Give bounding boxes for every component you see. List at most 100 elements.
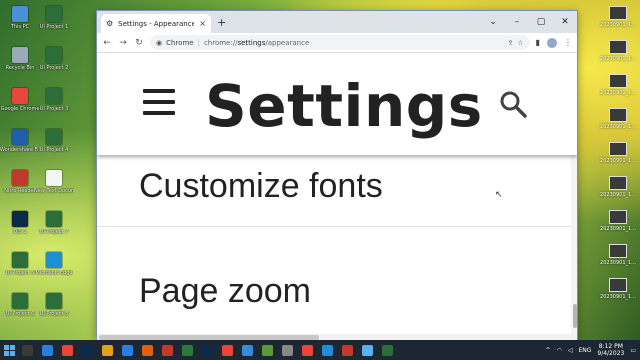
title-bar: ⚙ Settings - Appearance × + ⌄ – ▢ ✕: [97, 11, 577, 33]
desktop-file-label: 20230901_1...: [600, 22, 636, 28]
back-button[interactable]: ←: [102, 38, 112, 48]
file-thumbnail: [609, 210, 627, 224]
desktop-file-icon[interactable]: 20230901_1...: [600, 276, 636, 307]
search-icon[interactable]: [499, 90, 527, 118]
browser-window: ⚙ Settings - Appearance × + ⌄ – ▢ ✕ ← → …: [96, 10, 578, 341]
taskbar-app-icon[interactable]: [282, 344, 293, 356]
taskbar-app-icon[interactable]: [362, 344, 373, 356]
desktop-file-icon[interactable]: 20230901_1...: [600, 72, 636, 103]
desktop-icon[interactable]: UI Project 8: [34, 291, 74, 330]
forward-button[interactable]: →: [118, 38, 128, 48]
window-controls: ⌄ – ▢ ✕: [481, 11, 577, 33]
taskbar-app-icon[interactable]: [342, 344, 353, 356]
language-indicator[interactable]: ENG: [578, 347, 591, 354]
desktop-icon-image: [12, 252, 28, 268]
desktop-file-icon[interactable]: 20230901_1...: [600, 242, 636, 273]
omnibox-label: Chrome: [166, 38, 194, 47]
desktop-icon-image: [46, 252, 62, 268]
taskbar-app-icon[interactable]: [62, 344, 73, 356]
notification-icon[interactable]: ▭: [630, 347, 636, 354]
address-bar[interactable]: ◉ Chrome | chrome://settings/appearance …: [150, 35, 530, 50]
taskbar-app-icon[interactable]: [42, 344, 53, 356]
file-thumbnail: [609, 278, 627, 292]
bookmark-star-icon[interactable]: ☆: [517, 39, 523, 47]
desktop-icon[interactable]: UI Project 1: [34, 4, 74, 43]
vertical-scroll-thumb[interactable]: [573, 304, 577, 328]
tab-close-icon[interactable]: ×: [199, 19, 206, 28]
browser-toolbar: ← → ↻ ◉ Chrome | chrome://settings/appea…: [97, 33, 577, 53]
desktop-icon-image: [12, 88, 28, 104]
taskbar-app-icon[interactable]: [262, 344, 273, 356]
desktop-icons-left-2: UI Project 1 UI Project 2 UI Project 3 UI P…: [34, 4, 74, 330]
taskbar-app-icon[interactable]: [302, 344, 313, 356]
close-window-button[interactable]: ✕: [553, 11, 577, 33]
desktop-icon[interactable]: UI Project 7: [34, 209, 74, 248]
tray-chevron-icon[interactable]: ^: [546, 347, 551, 354]
desktop-icon-image: [46, 293, 62, 309]
desktop-icon-label: UI Project 1: [39, 24, 69, 30]
desktop-icon[interactable]: New Text Document: [34, 168, 74, 207]
appearance-panel: Customize fonts Page zoom: [97, 155, 573, 335]
desktop-icon-label: UI Project 7: [39, 229, 69, 235]
windows-start-icon[interactable]: [4, 344, 15, 356]
side-panel-icon[interactable]: ▮: [536, 38, 540, 47]
taskbar-app-icon[interactable]: [222, 344, 233, 356]
tab-search-icon[interactable]: ⌄: [481, 11, 505, 33]
taskbar-app-icon[interactable]: [322, 344, 333, 356]
taskbar-app-icon[interactable]: [102, 344, 113, 356]
file-thumbnail: [609, 244, 627, 258]
hamburger-menu-icon[interactable]: [143, 89, 175, 115]
share-icon[interactable]: ⇪: [507, 39, 513, 47]
taskbar-app-icon[interactable]: [22, 344, 33, 356]
tab-settings[interactable]: ⚙ Settings - Appearance ×: [101, 14, 211, 33]
taskbar-app-icon[interactable]: [182, 344, 193, 356]
new-tab-button[interactable]: +: [217, 16, 226, 29]
desktop-icon[interactable]: UI Project 4: [34, 127, 74, 166]
desktop-file-label: 20230901_1...: [600, 158, 636, 164]
desktop-icon-image: [12, 170, 28, 186]
taskbar-apps: [22, 344, 393, 356]
desktop-icon-image: [12, 47, 28, 63]
profile-avatar[interactable]: [547, 37, 557, 48]
toolbar-right: ▮ ⋮: [536, 37, 572, 48]
desktop-icon[interactable]: UI Project 2: [34, 45, 74, 84]
desktop-icon[interactable]: Microsoft Edge: [34, 250, 74, 289]
desktop-icon[interactable]: UI Project 3: [34, 86, 74, 125]
desktop-file-icon[interactable]: 20230901_1...: [600, 208, 636, 239]
site-info-icon[interactable]: ◉: [156, 39, 162, 47]
desktop-file-label: 20230901_1...: [600, 90, 636, 96]
network-icon[interactable]: ◠: [557, 347, 562, 354]
volume-icon[interactable]: ◁: [568, 347, 573, 354]
taskbar-app-icon[interactable]: [382, 344, 393, 356]
reload-button[interactable]: ↻: [134, 38, 144, 48]
minimize-button[interactable]: –: [505, 11, 529, 33]
url-host: settings: [237, 38, 266, 47]
taskbar-app-icon[interactable]: [162, 344, 173, 356]
desktop-file-icon[interactable]: 20230901_1...: [600, 140, 636, 171]
taskbar-app-icon[interactable]: [202, 344, 213, 356]
taskbar-app-icon[interactable]: [142, 344, 153, 356]
url-path: /appearance: [265, 38, 310, 47]
desktop-icon-label: New Text Document: [34, 188, 74, 194]
page-zoom-row[interactable]: Page zoom: [97, 251, 573, 331]
desktop-file-icon[interactable]: 20230901_1...: [600, 4, 636, 35]
taskbar-app-icon[interactable]: [122, 344, 133, 356]
page-title: Settings: [205, 72, 483, 140]
desktop-file-label: 20230901_1...: [600, 260, 636, 266]
clock-date: 9/4/2023: [597, 350, 625, 357]
desktop-file-icon[interactable]: 20230901_1...: [600, 38, 636, 69]
clock[interactable]: 8:12 PM 9/4/2023: [597, 343, 624, 357]
desktop-icon-label: UI Project 2: [39, 65, 69, 71]
customize-fonts-row[interactable]: Customize fonts: [97, 147, 573, 227]
taskbar-app-icon[interactable]: [82, 344, 93, 356]
taskbar-app-icon[interactable]: [242, 344, 253, 356]
file-thumbnail: [609, 74, 627, 88]
clock-time: 8:12 PM: [598, 343, 623, 350]
taskbar: ^ ◠ ◁ ENG 8:12 PM 9/4/2023 ▭: [0, 340, 640, 360]
desktop-file-icon[interactable]: 20230901_1...: [600, 106, 636, 137]
desktop-icon-image: [46, 47, 62, 63]
file-thumbnail: [609, 6, 627, 20]
maximize-button[interactable]: ▢: [529, 11, 553, 33]
desktop-file-icon[interactable]: 20230901_1...: [600, 174, 636, 205]
menu-dots-icon[interactable]: ⋮: [564, 38, 572, 47]
